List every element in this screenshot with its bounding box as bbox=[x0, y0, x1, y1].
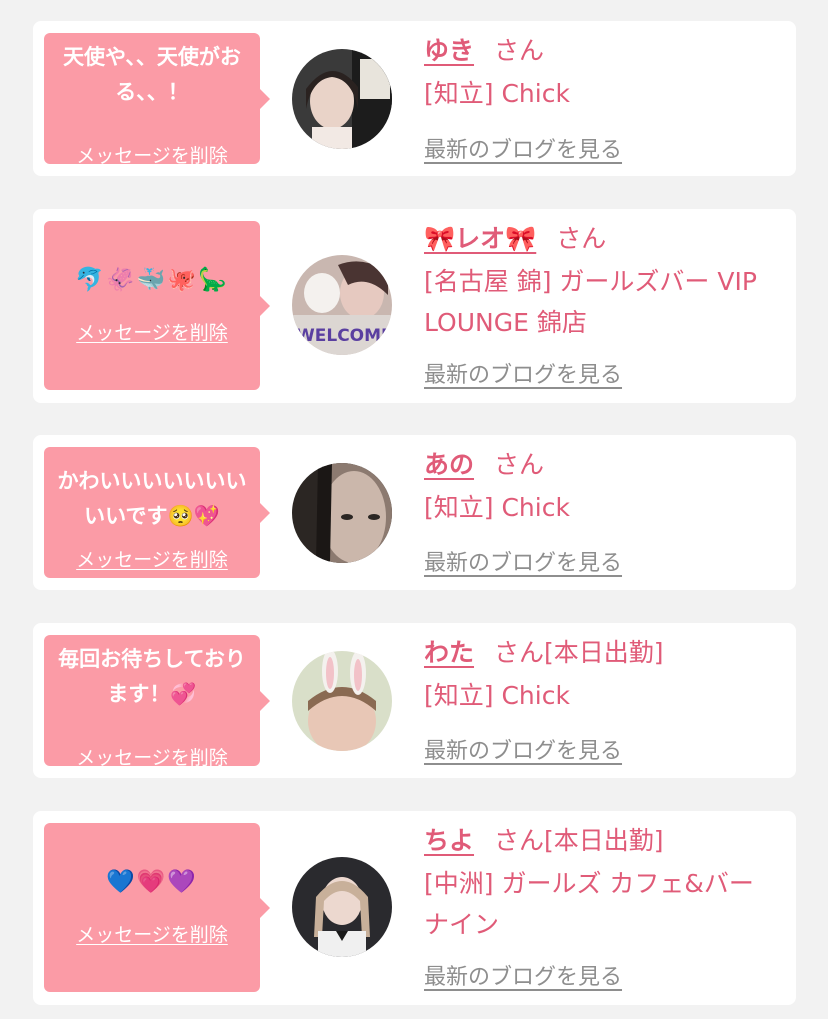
message-text: 毎回お待ちしております！💞 bbox=[58, 647, 246, 706]
avatar-photo bbox=[292, 463, 392, 563]
message-bubble: 天使や、、天使がおる、、！ メッセージを削除 bbox=[44, 33, 270, 167]
delete-message-link[interactable]: メッセージを削除 bbox=[44, 920, 260, 947]
girl-name-link[interactable]: 🎀レオ🎀 bbox=[424, 224, 536, 253]
message-card: 🐬🦑🐳🐙🦕 メッセージを削除 WELCOME 🎀レオ🎀 さん [名古屋 錦] ガー… bbox=[33, 209, 796, 403]
honorific: さん bbox=[494, 638, 545, 667]
avatar-photo bbox=[292, 49, 392, 149]
message-card: 毎回お待ちしております！💞 メッセージを削除 わた さん[本日出勤] [知立] C… bbox=[33, 623, 796, 778]
avatar-photo bbox=[292, 651, 392, 751]
latest-blog-link[interactable]: 最新のブログを見る bbox=[424, 733, 622, 765]
avatar[interactable]: WELCOME bbox=[292, 255, 392, 355]
girl-name-link[interactable]: ゆき bbox=[424, 36, 474, 65]
honorific: さん bbox=[494, 826, 545, 855]
message-bubble: 💙💗💜 メッセージを削除 bbox=[44, 823, 270, 992]
message-text: 🐬🦑🐳🐙🦕 bbox=[75, 267, 229, 293]
message-bubble: かわいいいいいいいいいです🥺💖 メッセージを削除 bbox=[44, 447, 270, 578]
message-card: 天使や、、天使がおる、、！ メッセージを削除 ゆき さん [知立] Chick 最… bbox=[33, 21, 796, 176]
delete-message-link[interactable]: メッセージを削除 bbox=[44, 743, 260, 770]
message-card: かわいいいいいいいいいです🥺💖 メッセージを削除 あの さん [知立] Chick… bbox=[33, 435, 796, 590]
avatar[interactable] bbox=[292, 651, 392, 751]
work-status: [本日出勤] bbox=[544, 826, 664, 855]
svg-text:WELCOME: WELCOME bbox=[296, 326, 392, 346]
shop-name: [中洲] ガールズ カフェ&バー ナイン bbox=[424, 869, 754, 939]
name-row: わた さん[本日出勤] bbox=[424, 635, 664, 671]
shop-name: [知立] Chick bbox=[424, 493, 570, 522]
latest-blog-link[interactable]: 最新のブログを見る bbox=[424, 357, 622, 389]
honorific: さん bbox=[494, 450, 545, 479]
shop-name: [名古屋 錦] ガールズバー VIP LOUNGE 錦店 bbox=[424, 267, 757, 337]
avatar[interactable] bbox=[292, 857, 392, 957]
shop-name: [知立] Chick bbox=[424, 79, 570, 108]
work-status: [本日出勤] bbox=[544, 638, 664, 667]
name-row: ゆき さん bbox=[424, 33, 544, 69]
message-bubble: 毎回お待ちしております！💞 メッセージを削除 bbox=[44, 635, 270, 769]
honorific: さん bbox=[494, 36, 545, 65]
message-card: 💙💗💜 メッセージを削除 ちよ さん[本日出勤] [中洲] ガールズ カフェ&バー… bbox=[33, 811, 796, 1005]
delete-message-link[interactable]: メッセージを削除 bbox=[44, 141, 260, 168]
latest-blog-link[interactable]: 最新のブログを見る bbox=[424, 545, 622, 577]
avatar[interactable] bbox=[292, 49, 392, 149]
latest-blog-link[interactable]: 最新のブログを見る bbox=[424, 132, 622, 164]
delete-message-link[interactable]: メッセージを削除 bbox=[44, 318, 260, 345]
avatar-photo bbox=[292, 857, 392, 957]
name-row: 🎀レオ🎀 さん bbox=[424, 221, 606, 257]
girl-name-link[interactable]: わた bbox=[424, 638, 474, 667]
message-text: 💙💗💜 bbox=[106, 869, 198, 895]
message-text: かわいいいいいいいいいです🥺💖 bbox=[57, 469, 247, 528]
message-bubble: 🐬🦑🐳🐙🦕 メッセージを削除 bbox=[44, 221, 270, 390]
delete-message-link[interactable]: メッセージを削除 bbox=[44, 545, 260, 572]
name-row: ちよ さん[本日出勤] bbox=[424, 823, 664, 859]
honorific: さん bbox=[556, 224, 607, 253]
message-text: 天使や、、天使がおる、、！ bbox=[63, 45, 241, 104]
name-row: あの さん bbox=[424, 447, 544, 483]
avatar[interactable] bbox=[292, 463, 392, 563]
girl-name-link[interactable]: あの bbox=[424, 450, 474, 479]
avatar-photo: WELCOME bbox=[292, 255, 392, 355]
girl-name-link[interactable]: ちよ bbox=[424, 826, 474, 855]
shop-name: [知立] Chick bbox=[424, 681, 570, 710]
latest-blog-link[interactable]: 最新のブログを見る bbox=[424, 959, 622, 991]
